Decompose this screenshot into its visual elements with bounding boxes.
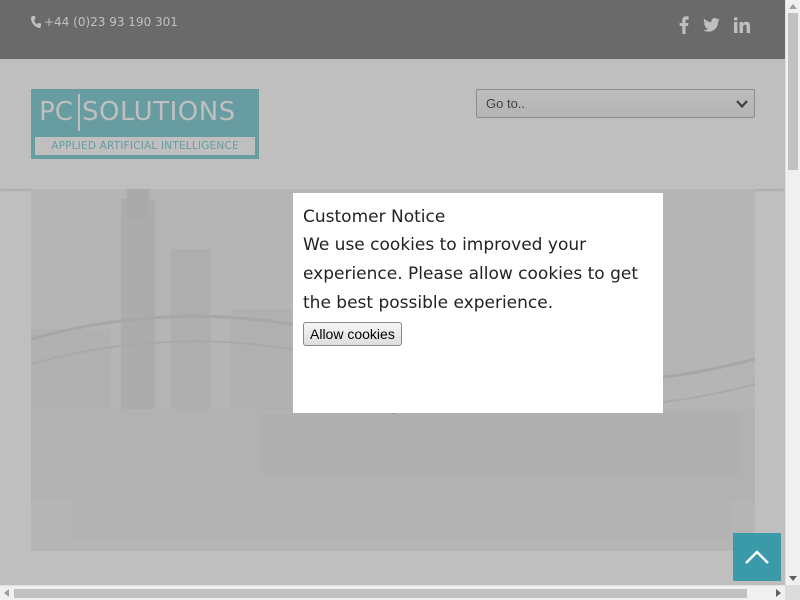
chevron-up-icon	[745, 550, 769, 564]
scroll-down-arrow-icon[interactable]	[789, 576, 797, 582]
scroll-left-arrow-icon[interactable]	[3, 589, 9, 597]
cookie-notice-title: Customer Notice	[303, 207, 446, 227]
scroll-right-arrow-icon[interactable]	[776, 589, 782, 597]
scroll-up-arrow-icon[interactable]	[789, 3, 797, 9]
cookie-notice-dialog: Customer Notice We use cookies to improv…	[293, 193, 663, 413]
horizontal-scrollbar[interactable]	[0, 585, 785, 600]
horizontal-scrollbar-thumb[interactable]	[14, 589, 747, 598]
vertical-scrollbar-thumb[interactable]	[788, 13, 798, 170]
scrollbar-corner	[785, 585, 800, 600]
cookie-notice-body: We use cookies to improved your experien…	[303, 235, 638, 313]
allow-cookies-button[interactable]: Allow cookies	[303, 322, 402, 346]
vertical-scrollbar[interactable]	[785, 0, 800, 585]
scroll-to-top-button[interactable]	[733, 533, 781, 581]
